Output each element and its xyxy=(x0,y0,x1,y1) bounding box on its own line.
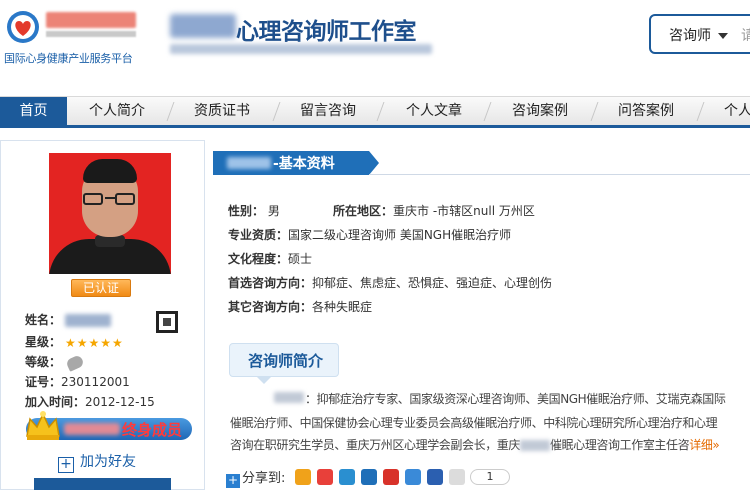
share-label: 分享到: xyxy=(242,471,286,486)
gender-value: 男 xyxy=(267,204,280,218)
cert-value: 230112001 xyxy=(61,375,130,389)
education-field: 文化程度：硕士 xyxy=(228,250,312,267)
other-direction-field: 其它咨询方向：各种失眠症 xyxy=(228,298,372,315)
avatar-glasses-bridge xyxy=(105,197,115,199)
leaf-level-icon xyxy=(65,353,85,372)
region-label: 所在地区： xyxy=(333,204,394,218)
nav-item-profile[interactable]: 个人简介 xyxy=(67,97,167,126)
avatar-lens-left xyxy=(83,193,103,205)
bio-org-redacted xyxy=(520,440,551,451)
join-date-value: 2012-12-15 xyxy=(85,395,155,409)
verified-badge: 已认证 xyxy=(71,279,131,297)
other-direction-value: 各种失眠症 xyxy=(312,300,373,314)
preferred-direction-field: 首选咨询方向：抑郁症、焦虑症、恐惧症、强迫症、心理创伤 xyxy=(228,274,552,291)
region-field: 所在地区：重庆市 -市辖区null 万州区 xyxy=(333,202,535,219)
qualification-field: 专业资质：国家二级心理咨询师 美国NGH催眠治疗师 xyxy=(228,226,511,243)
name-value-redacted xyxy=(65,314,112,327)
join-date-row: 加入时间：2012-12-15 xyxy=(25,393,155,410)
avatar-hair xyxy=(83,159,137,183)
bio-line-1: ：抑郁症治疗专家、国家级资深心理咨询师、美国NGH催眠治疗师、艾瑞克森国际 xyxy=(305,392,726,406)
logo-tagline: 国际心身健康产业服务平台 xyxy=(4,52,133,65)
gender-label: 性别： xyxy=(228,204,265,218)
nav-item-cases[interactable]: 咨询案例 xyxy=(490,97,590,126)
more-share-icon[interactable] xyxy=(449,469,465,485)
site-owner-name-redacted xyxy=(170,14,236,38)
logo-brand-text xyxy=(46,12,136,28)
share-bar: + 分享到: xyxy=(226,467,285,488)
crown-icon xyxy=(26,411,60,440)
qzone-share-icon[interactable] xyxy=(295,469,311,485)
bio-line-3a: 咨询在职研究生学员、重庆万州区心理学会副会长，重庆 xyxy=(230,438,521,452)
education-label: 文化程度： xyxy=(228,252,289,266)
sidebar-bottom-bar xyxy=(34,478,171,490)
avatar-lens-right xyxy=(115,193,135,205)
join-date-label: 加入时间： xyxy=(25,395,86,409)
main-nav: 首页 个人简介 资质证书 留言咨询 个人文章 咨询案例 问答案例 个人 xyxy=(0,96,750,128)
basic-info-title: -基本资料 xyxy=(273,156,335,172)
plus-icon: + xyxy=(58,457,74,473)
qualification-label: 专业资质： xyxy=(228,228,289,242)
nav-separator xyxy=(696,102,705,121)
nav-item-personal[interactable]: 个人 xyxy=(718,97,750,126)
name-label: 姓名： xyxy=(25,313,62,327)
level-row: 等级： xyxy=(25,353,85,372)
weibo-share-icon[interactable] xyxy=(317,469,333,485)
member-name-redacted xyxy=(64,423,120,435)
avatar[interactable] xyxy=(49,153,171,274)
cert-row: 证号：230112001 xyxy=(25,373,130,390)
education-value: 硕士 xyxy=(288,252,313,266)
search-category-select[interactable]: 咨询师 xyxy=(669,25,711,45)
kaixin-share-icon[interactable] xyxy=(383,469,399,485)
chevron-down-icon[interactable] xyxy=(718,33,728,39)
site-title: 心理咨询师工作室 xyxy=(236,19,417,45)
add-friend-button[interactable]: + 加为好友 xyxy=(58,451,136,473)
heart-logo-icon[interactable] xyxy=(6,10,40,44)
share-plus-icon[interactable]: + xyxy=(226,474,240,488)
search-box: 咨询师 请 xyxy=(649,14,750,54)
bio-line-3b: 催眠心理咨询工作室主任咨 xyxy=(550,438,690,452)
level-label: 等级： xyxy=(25,355,62,369)
site-url-redacted xyxy=(170,44,432,54)
star-rating-icon: ★★★★★ xyxy=(65,335,124,350)
intro-title: 咨询师简介 xyxy=(248,352,324,370)
site-header: 国际心身健康产业服务平台 心理咨询师工作室 咨询师 请 xyxy=(0,0,750,95)
qr-code-icon[interactable] xyxy=(156,311,178,333)
name-row: 姓名： xyxy=(25,311,112,328)
qualification-value: 国家二级心理咨询师 美国NGH催眠治疗师 xyxy=(288,228,512,242)
tencent-weibo-share-icon[interactable] xyxy=(339,469,355,485)
nav-item-articles[interactable]: 个人文章 xyxy=(384,97,484,126)
avatar-glasses xyxy=(83,193,137,205)
section-ribbon-tip xyxy=(369,151,379,175)
detail-link[interactable]: 详细» xyxy=(689,438,720,452)
bio-line-3: 咨询在职研究生学员、重庆万州区心理学会副会长，重庆 催眠心理咨询工作室主任咨详细» xyxy=(230,436,720,453)
share-count: 1 xyxy=(470,469,510,485)
renren-share-icon[interactable] xyxy=(361,469,377,485)
nav-item-home[interactable]: 首页 xyxy=(0,97,67,126)
other-direction-label: 其它咨询方向： xyxy=(228,300,313,314)
nav-item-message[interactable]: 留言咨询 xyxy=(278,97,378,126)
douban-share-icon[interactable] xyxy=(405,469,421,485)
cert-label: 证号： xyxy=(25,375,62,389)
ribbon-name-redacted xyxy=(227,157,271,169)
logo-url-text xyxy=(46,31,136,37)
bio-name-redacted xyxy=(274,392,304,403)
member-status: 终身成员 xyxy=(122,421,183,439)
intro-title-pointer xyxy=(256,376,272,384)
preferred-direction-value: 抑郁症、焦虑症、恐惧症、强迫症、心理创伤 xyxy=(312,276,553,290)
nav-item-qa-cases[interactable]: 问答案例 xyxy=(596,97,696,126)
stars-label: 星级： xyxy=(25,335,62,349)
section-divider xyxy=(369,174,750,175)
preferred-direction-label: 首选咨询方向： xyxy=(228,276,313,290)
region-value: 重庆市 -市辖区null 万州区 xyxy=(393,204,535,218)
bio-line-2: 催眠治疗师、中国保健协会心理专业委员会高级催眠治疗师、中科院心理研究所心理治疗和… xyxy=(230,416,718,430)
baidu-share-icon[interactable] xyxy=(427,469,443,485)
add-friend-label: 加为好友 xyxy=(80,454,136,470)
gender-field: 性别： 男 xyxy=(228,202,280,219)
nav-item-certificates[interactable]: 资质证书 xyxy=(172,97,272,126)
search-input[interactable]: 请 xyxy=(741,25,750,45)
stars-row: 星级： ★★★★★ xyxy=(25,333,124,350)
